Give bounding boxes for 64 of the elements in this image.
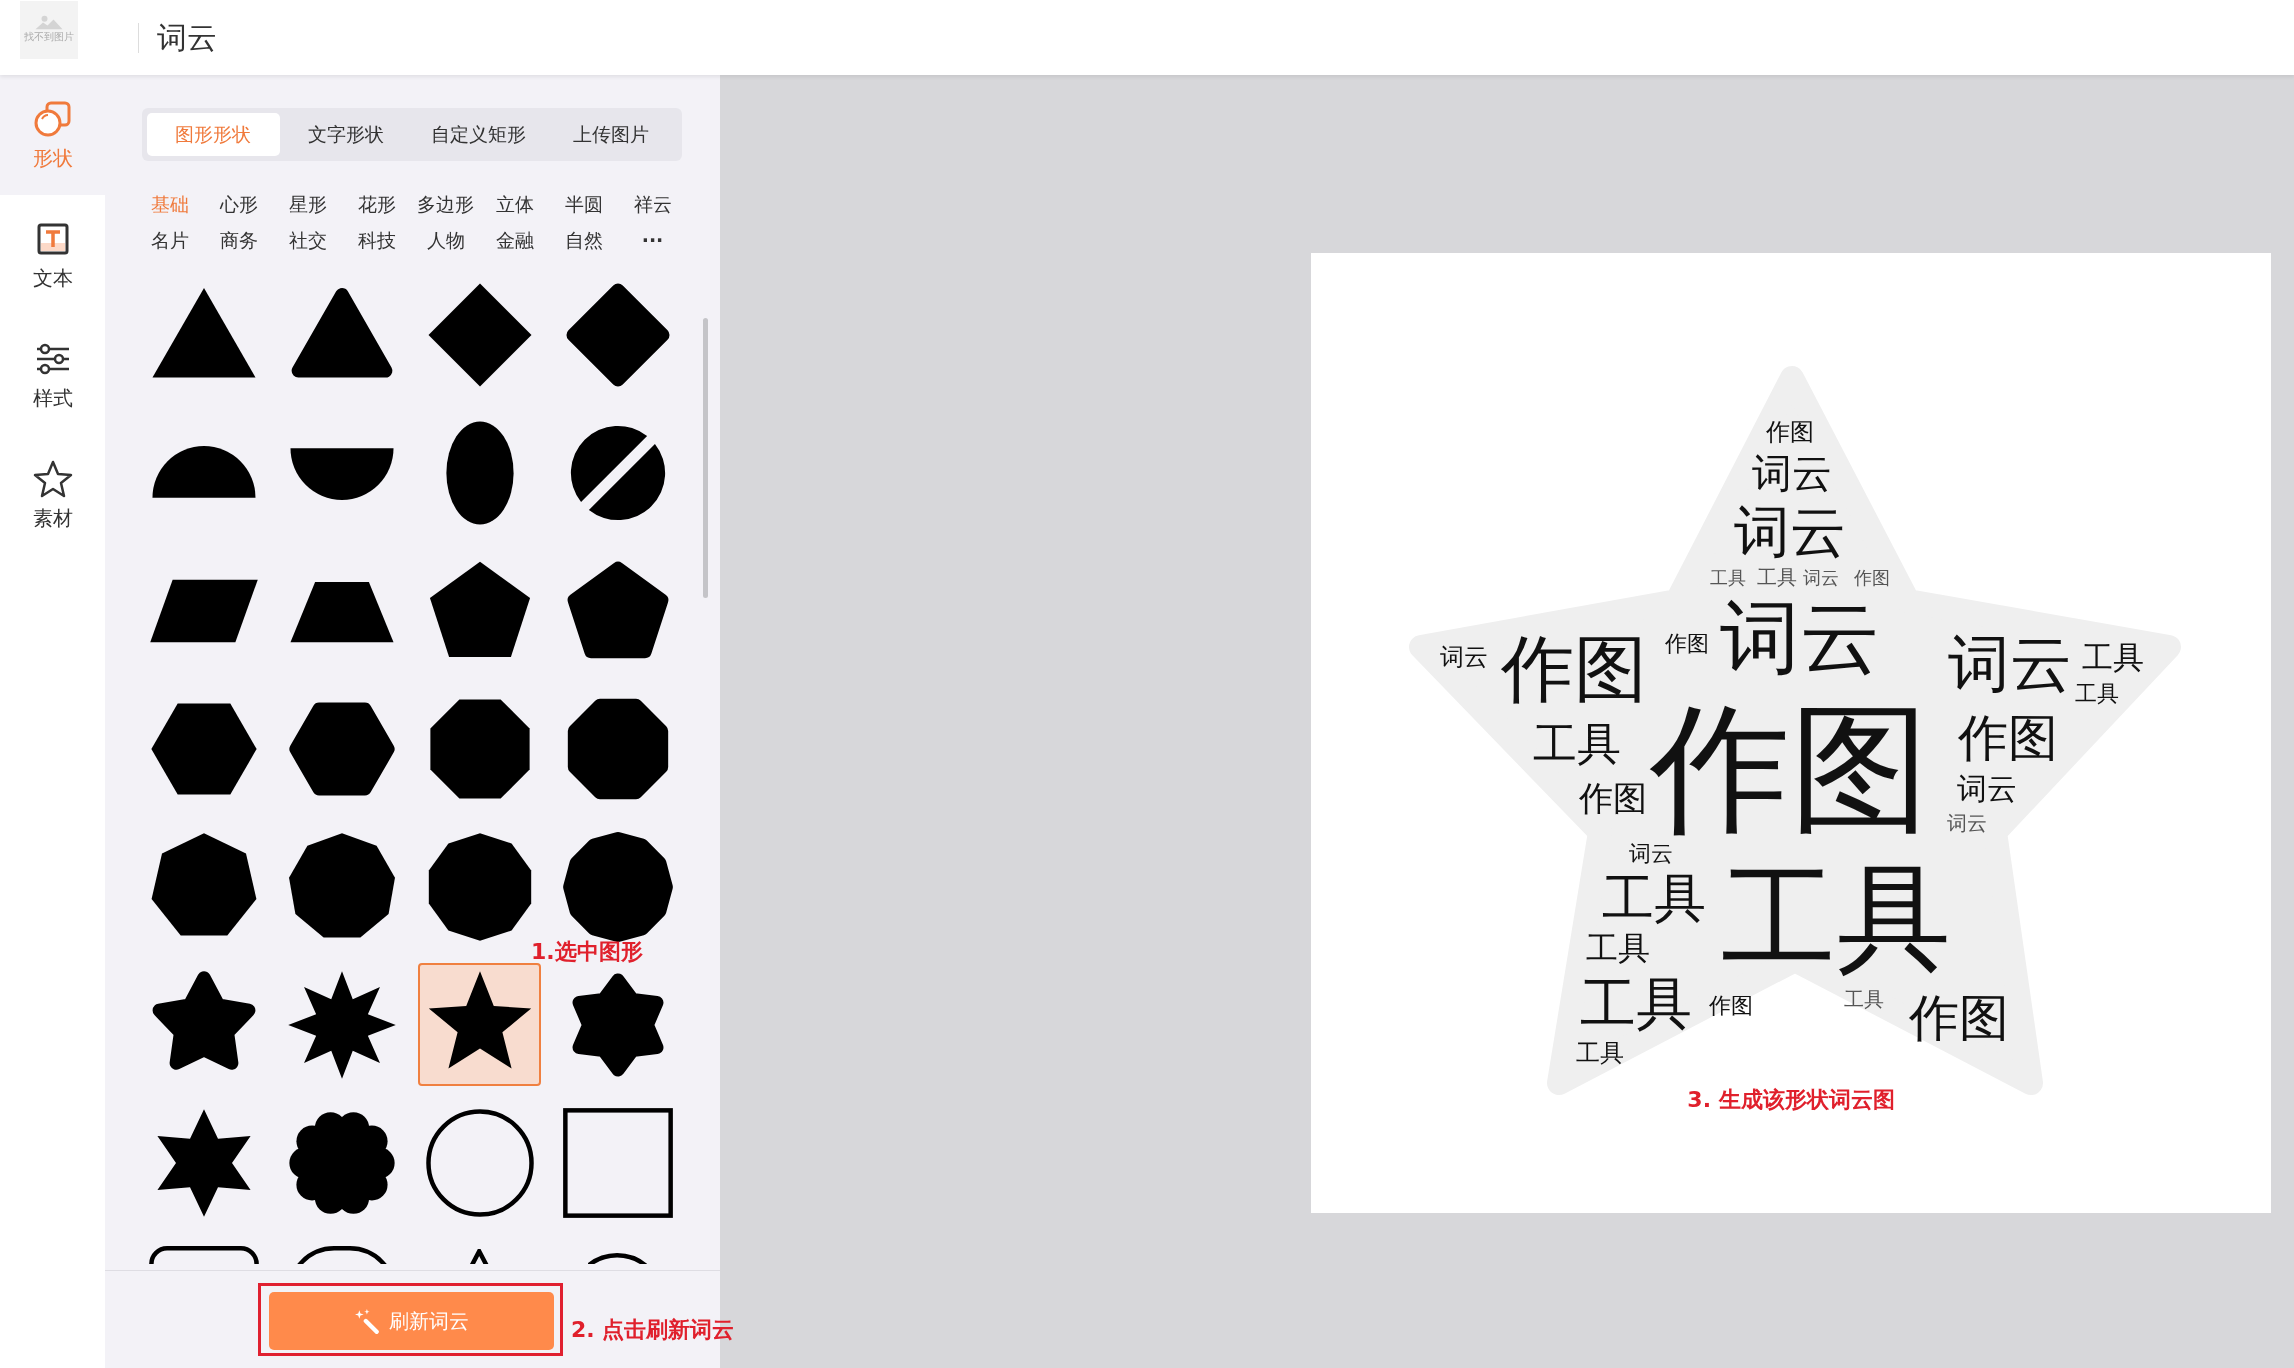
triangle-outline-icon [468,1248,491,1265]
rail-item[interactable]: 样式 [0,315,105,435]
cloud-word: 工具 [2075,680,2119,706]
category-link[interactable]: 多边形 [411,191,480,217]
step-annotation: 3. 生成该形状词云图 [1687,1086,1895,1114]
cloud-word: 工具 [1710,566,1746,588]
category-link[interactable]: 金融 [480,227,549,253]
arch-outline-icon [588,1253,647,1265]
category-link[interactable]: 半圆 [549,191,618,217]
tab[interactable]: 自定义矩形 [412,113,545,156]
rail-item[interactable]: 文本 [0,195,105,315]
category-link[interactable]: 自然 [549,227,618,253]
tab[interactable]: 文字形状 [279,113,412,156]
cloud-word: 词云 [1803,566,1839,588]
cloud-word: 工具 [1602,868,1706,928]
cloud-word: 作图 [1501,625,1647,711]
cloud-word: 词云 [1948,626,2072,700]
category-link[interactable]: 科技 [342,227,411,253]
more-link[interactable]: ··· [618,227,687,253]
cloud-word: 词云 [1752,450,1832,496]
scrollbar-thumb[interactable] [703,318,708,598]
page-title: 词云 [138,22,217,53]
cloud-word: 工具 [1844,987,1884,1011]
tab[interactable]: 上传图片 [544,113,677,156]
cloud-word: 工具 [1576,1039,1624,1067]
category-link[interactable]: 商务 [204,227,273,253]
category-link[interactable]: 星形 [273,191,342,217]
cloud-word: 作图 [1909,989,2009,1047]
cloud-word: 作图 [1766,418,1814,446]
category-link[interactable]: 立体 [480,191,549,217]
rail-item[interactable]: 素材 [0,435,105,555]
cloud-word: 工具 [1586,929,1650,967]
cloud-word: 词云 [1440,643,1488,671]
image-icon [34,15,64,30]
cloud-word: 词云 [1947,811,1987,835]
cloud-word: 工具 [2082,639,2144,675]
category-link[interactable]: 名片 [135,227,204,253]
cloud-word: 作图 [1579,778,1647,818]
logo-text: 找不到图片 [24,30,74,44]
cloud-word: 工具 [1757,565,1797,589]
circle-outline-icon [423,1106,536,1219]
category-link[interactable]: 心形 [204,191,273,217]
cloud-word: 工具 [1533,717,1621,769]
cloud-word: 作图 [1958,709,2058,767]
cloud-word: 作图 [1709,992,1753,1018]
star-icon [32,458,73,499]
cloud-word: 作图 [1665,630,1709,656]
cloud-word: 词云 [1957,770,2017,806]
cloud-word: 工具 [1580,970,1692,1036]
cloud-word: 词云 [1734,498,1846,564]
step-annotation: 2. 点击刷新词云 [571,1316,735,1344]
cloud-word: 词云 [1629,840,1673,866]
cloud-word: 工具 [1721,851,1951,985]
square-outline-icon [561,1106,674,1219]
step-annotation: 1.选中图形 [531,938,643,966]
category-link[interactable]: 花形 [342,191,411,217]
rounded-rect-outline-icon [147,1244,260,1265]
category-link[interactable]: 祥云 [618,191,687,217]
category-link[interactable]: 人物 [411,227,480,253]
category-link[interactable]: 社交 [273,227,342,253]
magic-wand-icon [354,1308,381,1334]
shape-option[interactable] [418,963,541,1086]
cloud-word: 词云 [1720,590,1880,684]
cloud-word: 作图 [1854,566,1890,588]
